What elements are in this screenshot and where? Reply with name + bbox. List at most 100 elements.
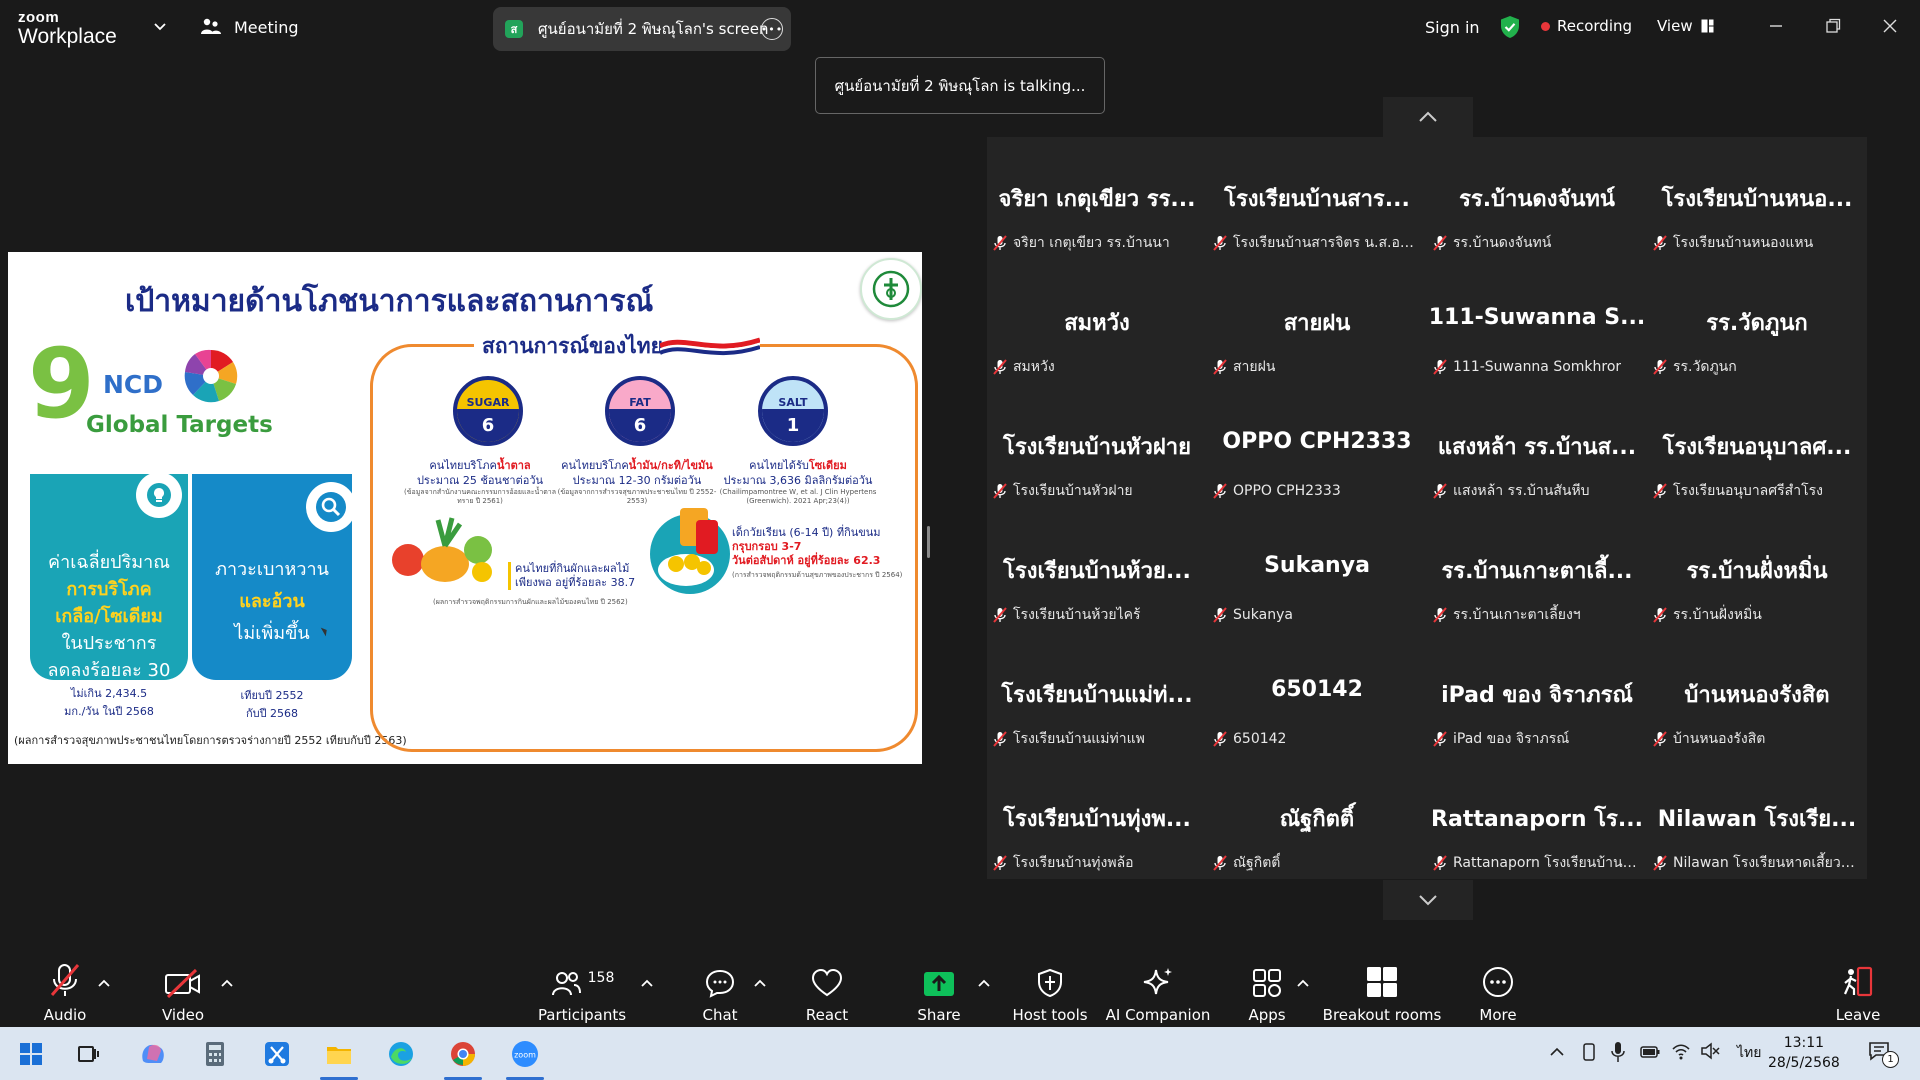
participant-tile[interactable]: โรงเรียนบ้านสาร... โรงเรียนบ้านสารจิตร น.… [1207, 137, 1427, 261]
zoom-app-icon[interactable]: zoom [510, 1039, 540, 1069]
viewing-share-pill[interactable]: ส ศูนย์อนามัยที่ 2 พิษณุโลก's screen ••• [493, 7, 791, 51]
participant-display-name: รร.วัดภูนก [1706, 311, 1808, 336]
more-options-icon[interactable]: ••• [761, 18, 783, 40]
microphone-in-use-icon[interactable] [1611, 1041, 1625, 1063]
video-button[interactable]: Video [158, 952, 208, 1027]
participant-tile[interactable]: ณัฐกิตติ์ ณัฐกิตติ์ [1207, 757, 1427, 881]
video-options-caret-icon[interactable] [221, 978, 233, 988]
split-view-divider-handle[interactable] [927, 526, 930, 558]
muted-mic-icon [1433, 855, 1447, 871]
notifications-button[interactable]: 1 [1868, 1041, 1902, 1068]
calculator-icon[interactable] [200, 1039, 230, 1069]
more-label: More [1479, 1006, 1517, 1024]
global-targets-label: Global Targets [86, 412, 273, 438]
participant-tile[interactable]: สายฝน สายฝน [1207, 261, 1427, 385]
gallery-previous-page-button[interactable] [1383, 97, 1473, 137]
windows-start-icon[interactable] [16, 1039, 46, 1069]
participant-tile[interactable]: โรงเรียนบ้านทุ่งพ... โรงเรียนบ้านทุ่งพล้อ [987, 757, 1207, 881]
active-speaker-text: ศูนย์อนามัยที่ 2 พิษณุโลก is talking... [834, 76, 1086, 95]
snipping-tool-icon[interactable] [262, 1039, 292, 1069]
participant-tile[interactable]: รร.บ้านฝั่งหมิ่น รร.บ้านฝั่งหมิ่น [1647, 509, 1867, 633]
participant-tile[interactable]: Rattanaporn โร... Rattanaporn โรงเรียนบ้า… [1427, 757, 1647, 881]
participant-tile[interactable]: Sukanya Sukanya [1207, 509, 1427, 633]
participant-tile[interactable]: Nilawan โรงเรีย... Nilawan โรงเรียนหาดเสี… [1647, 757, 1867, 881]
battery-icon[interactable] [1640, 1045, 1660, 1059]
chat-options-caret-icon[interactable] [754, 978, 766, 988]
more-button[interactable]: More [1478, 952, 1518, 1027]
salt-target-card: ค่าเฉลี่ยปริมาณ การบริโภค เกลือ/โซเดียม … [30, 472, 188, 681]
participant-tile[interactable]: บ้านหนองรังสิต บ้านหนองรังสิต [1647, 633, 1867, 757]
participant-display-name: รร.บ้านดงจันทน์ [1459, 187, 1615, 212]
participant-tile[interactable]: โรงเรียนบ้านห้วย... โรงเรียนบ้านห้วยไคร้ [987, 509, 1207, 633]
participant-tile[interactable]: สมหวัง สมหวัง [987, 261, 1207, 385]
participant-tile[interactable]: โรงเรียนอนุบาลศ... โรงเรียนอนุบาลศรีสำโรง [1647, 385, 1867, 509]
meeting-menu[interactable]: Meeting [200, 17, 299, 37]
participant-tile[interactable]: แสงหล้า รร.บ้านส... แสงหล้า รร.บ้านสันหีบ [1427, 385, 1647, 509]
participant-display-name: Rattanaporn โร... [1431, 807, 1643, 832]
meeting-label: Meeting [234, 17, 299, 37]
participant-name-label: รร.บ้านดงจันทน์ [1453, 235, 1552, 251]
participant-tile[interactable]: OPPO CPH2333 OPPO CPH2333 [1207, 385, 1427, 509]
participant-tile[interactable]: โรงเรียนบ้านหัวฝาย โรงเรียนบ้านหัวฝาย [987, 385, 1207, 509]
breakout-rooms-button[interactable]: Breakout rooms [1323, 952, 1441, 1027]
participant-tile[interactable]: โรงเรียนบ้านหนอ... โรงเรียนบ้านหนองแหน [1647, 137, 1867, 261]
card1-line5: ลดลงร้อยละ 30 [47, 660, 171, 681]
kid-snack-line3: วันต่อสัปดาห์ อยู่ที่ร้อยละ 62.3 [732, 554, 881, 567]
people-icon [201, 18, 221, 34]
phone-link-icon[interactable] [1581, 1043, 1597, 1061]
copilot-icon[interactable] [137, 1039, 167, 1069]
audio-options-caret-icon[interactable] [98, 978, 110, 988]
chat-button[interactable]: Chat [700, 952, 740, 1027]
share-button[interactable]: Share [917, 952, 961, 1027]
gallery-next-page-button[interactable] [1383, 880, 1473, 920]
participants-button[interactable]: 158 Participants [538, 952, 626, 1027]
participant-tile[interactable]: iPad ของ จิราภรณ์ iPad ของ จิราภรณ์ [1427, 633, 1647, 757]
edge-browser-icon[interactable] [386, 1039, 416, 1069]
participant-gallery: จริยา เกตุเขียว รร... จริยา เกตุเขียว รร.… [987, 137, 1867, 879]
participant-tile[interactable]: 111-Suwanna S... 111-Suwanna Somkhror [1427, 261, 1647, 385]
chevron-down-icon[interactable] [152, 18, 168, 34]
sign-in-link[interactable]: Sign in [1425, 18, 1480, 37]
leave-button[interactable]: Leave [1836, 952, 1880, 1027]
apps-button[interactable]: Apps [1248, 952, 1286, 1027]
encryption-shield-icon[interactable] [1499, 15, 1521, 39]
participant-display-name: OPPO CPH2333 [1222, 429, 1412, 454]
close-icon[interactable] [1878, 14, 1902, 38]
muted-mic-icon [1213, 607, 1227, 623]
react-button[interactable]: React [806, 952, 848, 1027]
view-button[interactable]: View [1657, 17, 1714, 35]
apps-options-caret-icon[interactable] [1297, 978, 1309, 988]
participant-tile[interactable]: โรงเรียนบ้านแม่ท่... โรงเรียนบ้านแม่ท่าแพ [987, 633, 1207, 757]
recording-indicator[interactable]: Recording [1541, 17, 1632, 35]
participant-tile[interactable]: 650142 650142 [1207, 633, 1427, 757]
minimize-icon[interactable] [1764, 14, 1788, 38]
participant-name-bar: Nilawan โรงเรียนหาดเสี้ยวที่... [1653, 853, 1863, 873]
participants-options-caret-icon[interactable] [641, 978, 653, 988]
ncd-label: NCD [103, 370, 164, 399]
ai-companion-button[interactable]: AI Companion [1106, 952, 1210, 1027]
task-view-icon[interactable] [74, 1039, 104, 1069]
participant-name-label: ณัฐกิตติ์ [1233, 855, 1281, 871]
muted-mic-icon [1433, 731, 1447, 747]
audio-button[interactable]: Audio [44, 952, 86, 1027]
participant-name-label: รร.วัดภูนก [1673, 359, 1737, 375]
participant-tile[interactable]: จริยา เกตุเขียว รร... จริยา เกตุเขียว รร.… [987, 137, 1207, 261]
restore-icon[interactable] [1821, 14, 1845, 38]
show-hidden-icons-icon[interactable] [1550, 1047, 1564, 1057]
chrome-browser-icon[interactable] [448, 1039, 478, 1069]
input-language-indicator[interactable]: ไทย [1737, 1042, 1761, 1064]
fat-stat-prefix: คนไทยบริโภค [561, 459, 629, 472]
participant-tile[interactable]: รร.วัดภูนก รร.วัดภูนก [1647, 261, 1867, 385]
file-explorer-icon[interactable] [324, 1039, 354, 1069]
participant-tile[interactable]: รร.บ้านดงจันทน์ รร.บ้านดงจันทน์ [1427, 137, 1647, 261]
host-tools-button[interactable]: Host tools [1012, 952, 1088, 1027]
muted-mic-icon [993, 235, 1007, 251]
system-clock[interactable]: 13:11 28/5/2568 [1768, 1033, 1840, 1073]
wifi-icon[interactable] [1671, 1042, 1691, 1060]
participant-display-name: รร.บ้านเกาะตาเลี้... [1441, 559, 1633, 584]
participant-tile[interactable]: รร.บ้านเกาะตาเลี้... รร.บ้านเกาะตาเลี้ยงฯ [1427, 509, 1647, 633]
share-options-caret-icon[interactable] [978, 978, 990, 988]
speaker-muted-icon[interactable] [1700, 1042, 1720, 1060]
kid-snack-stat: เด็กวัยเรียน (6-14 ปี) ที่กินขนม กรุบกรอ… [732, 526, 902, 582]
breakout-rooms-icon [1367, 967, 1397, 997]
